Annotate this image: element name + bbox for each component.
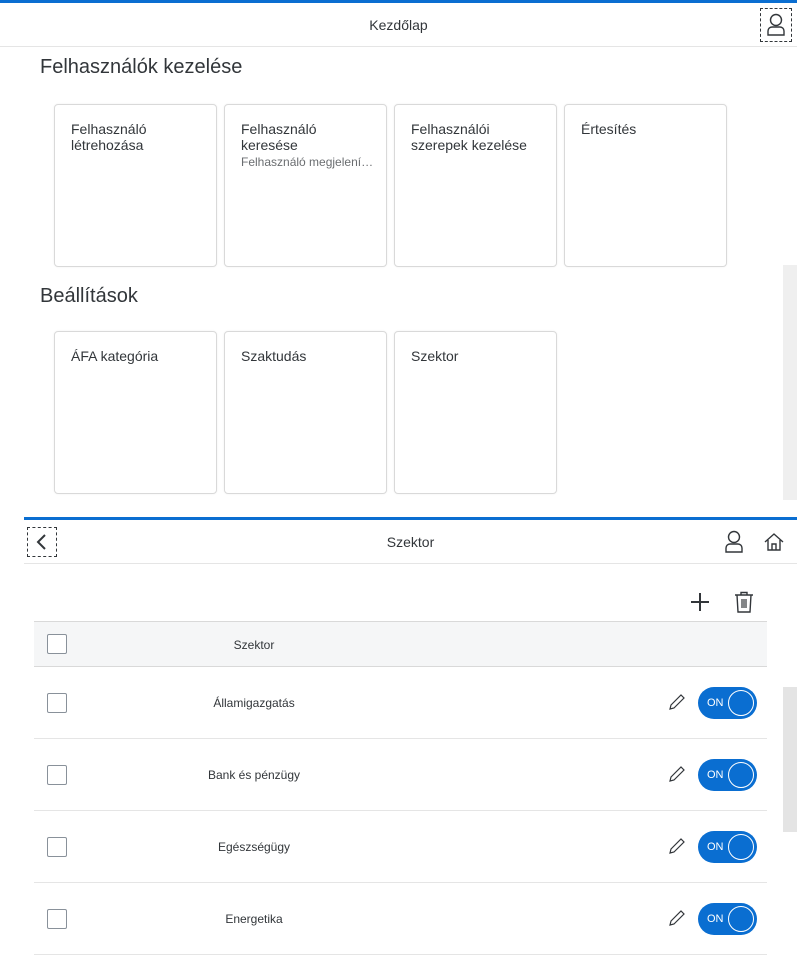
tile-expertise[interactable]: Szaktudás bbox=[224, 331, 387, 494]
scrollbar-track[interactable] bbox=[783, 265, 797, 500]
tile-notification[interactable]: Értesítés bbox=[564, 104, 727, 267]
shell-header: Szektor bbox=[24, 520, 797, 564]
tile-title: Szaktudás bbox=[241, 348, 374, 364]
tile-title-line1: Felhasználó bbox=[241, 121, 317, 137]
sector-table: Szektor Államigazgatás ON Bank és pénzüg… bbox=[34, 621, 767, 955]
sector-name: Államigazgatás bbox=[213, 696, 295, 710]
toggle-label: ON bbox=[707, 913, 724, 925]
tile-title-line1: Értesítés bbox=[581, 121, 637, 137]
delete-button[interactable] bbox=[732, 589, 756, 615]
sector-name: Energetika bbox=[225, 912, 283, 926]
toggle-knob bbox=[728, 690, 754, 716]
edit-button[interactable] bbox=[666, 907, 688, 929]
user-profile-button[interactable] bbox=[722, 529, 746, 555]
plus-icon bbox=[691, 593, 709, 611]
active-toggle[interactable]: ON bbox=[698, 687, 757, 719]
user-profile-button[interactable] bbox=[760, 8, 792, 42]
row-checkbox[interactable] bbox=[47, 693, 67, 713]
pencil-icon bbox=[669, 694, 685, 710]
tile-title: Szektor bbox=[411, 348, 544, 364]
row-checkbox[interactable] bbox=[47, 765, 67, 785]
tile-title-line2: szerepek kezelése bbox=[411, 137, 527, 153]
tile-vat-category[interactable]: ÁFA kategória bbox=[54, 331, 217, 494]
page-title: Szektor bbox=[386, 534, 435, 550]
tile-title: Felhasználó keresése bbox=[241, 121, 374, 153]
tile-sector[interactable]: Szektor bbox=[394, 331, 557, 494]
edit-button[interactable] bbox=[666, 691, 688, 713]
toggle-knob bbox=[728, 762, 754, 788]
pencil-icon bbox=[669, 910, 685, 926]
user-icon bbox=[725, 530, 743, 553]
table-header-row: Szektor bbox=[34, 621, 767, 667]
tile-title-line2: létrehozása bbox=[71, 137, 144, 153]
add-button[interactable] bbox=[688, 590, 712, 614]
tile-search-user[interactable]: Felhasználó keresése Felhasználó megjele… bbox=[224, 104, 387, 267]
toggle-label: ON bbox=[707, 697, 724, 709]
tile-create-user[interactable]: Felhasználó létrehozása bbox=[54, 104, 217, 267]
tile-subtitle: Felhasználó megjelenítése bbox=[241, 155, 374, 169]
section-title-settings: Beállítások bbox=[40, 285, 138, 307]
toggle-label: ON bbox=[707, 769, 724, 781]
sector-name: Egészségügy bbox=[217, 840, 291, 854]
tile-title: Felhasználói szerepek kezelése bbox=[411, 121, 544, 153]
back-button[interactable] bbox=[27, 527, 57, 557]
active-toggle[interactable]: ON bbox=[698, 831, 757, 863]
section-title-user-management: Felhasználók kezelése bbox=[40, 56, 243, 78]
toggle-knob bbox=[728, 834, 754, 860]
tile-title-line1: ÁFA kategória bbox=[71, 348, 159, 364]
tile-title-line1: Szektor bbox=[411, 348, 459, 364]
page-title: Kezdőlap bbox=[369, 17, 428, 33]
tile-title-line2: keresése bbox=[241, 137, 298, 153]
tile-title: Értesítés bbox=[581, 121, 714, 137]
home-button[interactable] bbox=[762, 529, 786, 555]
toggle-label: ON bbox=[707, 841, 724, 853]
active-toggle[interactable]: ON bbox=[698, 903, 757, 935]
table-row[interactable]: Egészségügy ON bbox=[34, 811, 767, 883]
table-row[interactable]: Energetika ON bbox=[34, 883, 767, 955]
shell-header: Kezdőlap bbox=[0, 3, 797, 47]
tile-title: ÁFA kategória bbox=[71, 348, 204, 364]
chevron-left-icon bbox=[36, 534, 46, 550]
row-checkbox[interactable] bbox=[47, 837, 67, 857]
row-checkbox[interactable] bbox=[47, 909, 67, 929]
pencil-icon bbox=[669, 838, 685, 854]
launchpad-screen: Kezdőlap Felhasználók kezelése Felhaszná… bbox=[0, 0, 797, 500]
home-icon bbox=[764, 533, 784, 551]
edit-button[interactable] bbox=[666, 763, 688, 785]
table-row[interactable]: Államigazgatás ON bbox=[34, 667, 767, 739]
table-row[interactable]: Bank és pénzügy ON bbox=[34, 739, 767, 811]
trash-icon bbox=[735, 591, 753, 613]
sector-name: Bank és pénzügy bbox=[207, 768, 301, 782]
tile-manage-user-roles[interactable]: Felhasználói szerepek kezelése bbox=[394, 104, 557, 267]
tile-title-line1: Felhasználó bbox=[71, 121, 147, 137]
tile-title: Felhasználó létrehozása bbox=[71, 121, 204, 153]
edit-button[interactable] bbox=[666, 835, 688, 857]
toggle-knob bbox=[728, 906, 754, 932]
pencil-icon bbox=[669, 766, 685, 782]
active-toggle[interactable]: ON bbox=[698, 759, 757, 791]
user-icon bbox=[767, 13, 785, 36]
column-header-sector[interactable]: Szektor bbox=[164, 622, 344, 668]
select-all-checkbox[interactable] bbox=[47, 634, 67, 654]
tile-title-line1: Felhasználói bbox=[411, 121, 490, 137]
sector-list-screen: Szektor Szektor Államigazgatás ON Bank é… bbox=[0, 517, 797, 955]
scrollbar-thumb[interactable] bbox=[783, 687, 797, 832]
tile-title-line1: Szaktudás bbox=[241, 348, 307, 364]
